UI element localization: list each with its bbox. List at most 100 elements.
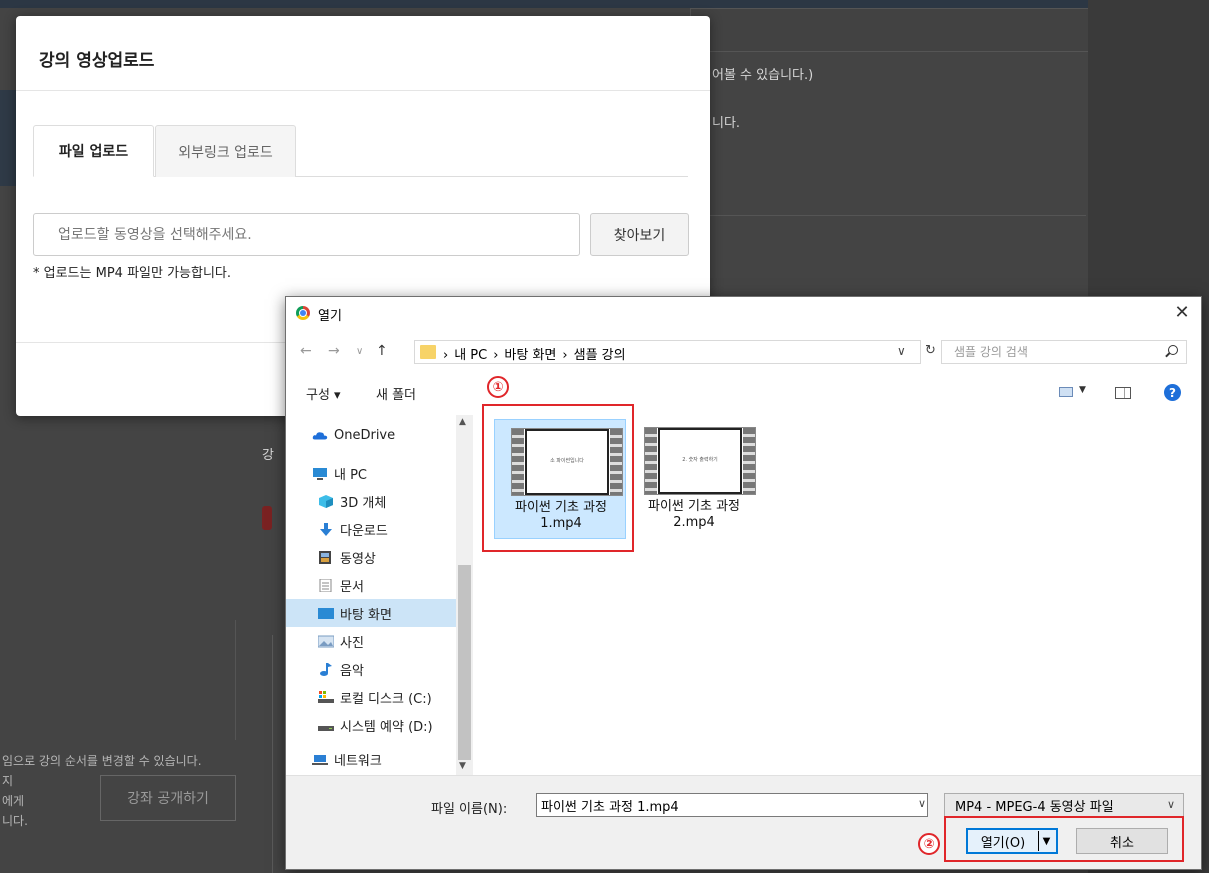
dialog-toolbar: 구성 ▾ 새 폴더 ▼ ? — [286, 377, 1201, 407]
nav-item-label: 동영상 — [340, 551, 376, 567]
nav-item-label: 음악 — [340, 663, 364, 679]
nav-item-3d-objects[interactable]: 3D 개체 — [286, 487, 456, 515]
onedrive-icon — [312, 431, 328, 439]
file-name: 파이썬 기초 과정 2.mp4 — [648, 499, 740, 530]
background-left-panel — [0, 620, 236, 740]
nav-item-label: 3D 개체 — [340, 495, 387, 511]
back-arrow-icon[interactable]: ← — [300, 343, 312, 359]
nav-item-local-disk[interactable]: 로컬 디스크 (C:) — [286, 683, 456, 711]
recent-chevron-icon[interactable]: ∨ — [356, 346, 363, 357]
background-red-icon — [262, 506, 272, 530]
film-strip-left — [645, 428, 657, 494]
background-text: 니다. — [712, 116, 741, 131]
background-text: 임으로 강의 순서를 변경할 수 있습니다. — [2, 754, 202, 768]
address-row: ← → ∨ ↑ › 내 PC › 바탕 화면 › 샘플 강의 ∨ ↻ — [286, 337, 1201, 367]
nav-item-documents[interactable]: 문서 — [286, 571, 456, 599]
upload-note: * 업로드는 MP4 파일만 가능합니다. — [33, 266, 232, 281]
nav-item-label: 내 PC — [334, 467, 368, 483]
3d-objects-icon — [319, 494, 333, 508]
desktop-icon — [318, 607, 334, 619]
drive-icon — [318, 725, 334, 731]
background-text: 어볼 수 있습니다.) — [712, 68, 814, 83]
nav-item-label: OneDrive — [334, 427, 396, 443]
video-icon — [319, 550, 331, 564]
document-icon — [319, 578, 332, 592]
pc-icon — [313, 467, 327, 480]
background-text: 니다. — [2, 814, 28, 828]
nav-item-system-reserved[interactable]: 시스템 예약 (D:) — [286, 711, 456, 739]
scroll-down-icon[interactable]: ▼ — [459, 761, 466, 771]
annotation-box-buttons — [944, 816, 1184, 862]
video-thumbnail: 2. 숫자 출력하기 — [644, 427, 756, 495]
page-header-bar — [0, 0, 1209, 8]
pictures-icon — [318, 635, 334, 647]
preview-pane-icon[interactable] — [1115, 387, 1131, 399]
download-icon — [320, 522, 332, 536]
background-lower-box — [272, 635, 286, 873]
close-icon[interactable]: ✕ — [1171, 301, 1193, 323]
music-icon — [320, 662, 332, 676]
nav-item-network[interactable]: 네트워크 — [286, 745, 456, 773]
nav-item-label: 바탕 화면 — [340, 607, 392, 623]
upload-tabs: 파일 업로드 외부링크 업로드 — [33, 125, 688, 177]
search-input[interactable] — [941, 340, 1187, 364]
organize-button[interactable]: 구성 ▾ — [306, 384, 341, 403]
help-icon[interactable]: ? — [1164, 384, 1181, 401]
search-icon[interactable] — [1168, 345, 1178, 355]
nav-item-label: 시스템 예약 (D:) — [340, 719, 433, 735]
forward-arrow-icon[interactable]: → — [328, 343, 340, 359]
address-dropdown-icon[interactable]: ∨ — [897, 344, 906, 358]
thumbnail-frame: 2. 숫자 출력하기 — [658, 428, 742, 494]
breadcrumb-item[interactable]: 내 PC — [454, 348, 487, 363]
tab-external-link-upload[interactable]: 외부링크 업로드 — [155, 125, 296, 177]
file-path-input[interactable] — [33, 213, 580, 256]
background-input-box — [690, 8, 1090, 52]
nav-item-label: 네트워크 — [334, 753, 382, 769]
nav-item-pictures[interactable]: 사진 — [286, 627, 456, 655]
filetype-select[interactable]: MP4 - MPEG-4 동영상 파일 ∨ — [944, 793, 1184, 817]
dialog-titlebar: 열기 ✕ — [286, 297, 1201, 329]
browse-button[interactable]: 찾아보기 — [590, 213, 689, 256]
background-sidebar — [0, 90, 16, 186]
view-chevron-icon[interactable]: ▼ — [1079, 385, 1086, 395]
chrome-icon — [296, 306, 310, 320]
refresh-icon[interactable]: ↻ — [925, 343, 936, 358]
nav-item-downloads[interactable]: 다운로드 — [286, 515, 456, 543]
filename-dropdown-icon[interactable]: ∨ — [918, 797, 926, 810]
tab-file-upload[interactable]: 파일 업로드 — [33, 125, 154, 177]
file-item[interactable]: 2. 숫자 출력하기 파이썬 기초 과정 2.mp4 — [628, 419, 760, 539]
breadcrumb: › 내 PC › 바탕 화면 › 샘플 강의 — [443, 348, 626, 363]
address-bar[interactable]: › 내 PC › 바탕 화면 › 샘플 강의 ∨ — [414, 340, 921, 364]
network-icon — [312, 754, 328, 765]
background-text: 지 — [2, 774, 14, 788]
breadcrumb-item[interactable]: 샘플 강의 — [574, 348, 626, 363]
dialog-title: 열기 — [318, 309, 342, 324]
nav-pane-scrollbar[interactable]: ▲ ▼ — [456, 415, 473, 775]
filename-label: 파일 이름(N): — [431, 802, 508, 817]
scroll-up-icon[interactable]: ▲ — [459, 417, 466, 427]
nav-item-label: 사진 — [340, 635, 364, 651]
nav-item-label: 다운로드 — [340, 523, 388, 539]
annotation-box-file — [482, 404, 634, 552]
publish-course-button[interactable]: 강좌 공개하기 — [100, 775, 236, 821]
nav-item-onedrive[interactable]: OneDrive — [286, 421, 456, 449]
view-options-icon[interactable] — [1059, 387, 1073, 397]
scroll-thumb[interactable] — [458, 565, 471, 760]
new-folder-button[interactable]: 새 폴더 — [376, 384, 416, 403]
local-disk-icon — [318, 690, 334, 703]
chevron-down-icon: ∨ — [1166, 798, 1175, 811]
nav-item-desktop[interactable]: 바탕 화면 — [286, 599, 456, 627]
up-arrow-icon[interactable]: ↑ — [376, 343, 388, 359]
annotation-step-1: ① — [487, 376, 509, 398]
nav-item-music[interactable]: 음악 — [286, 655, 456, 683]
modal-divider — [16, 90, 710, 91]
nav-item-label: 문서 — [340, 579, 364, 595]
breadcrumb-item[interactable]: 바탕 화면 — [504, 348, 556, 363]
film-strip-right — [743, 428, 755, 494]
filename-input[interactable] — [536, 793, 928, 817]
annotation-step-2: ② — [918, 833, 940, 855]
navigation-pane: OneDrive 내 PC 3D 개체 다운로드 동영상 문서 바탕 화면 사진… — [286, 415, 456, 775]
nav-item-this-pc[interactable]: 내 PC — [286, 459, 456, 487]
thumbnail-text: 2. 숫자 출력하기 — [682, 457, 718, 463]
nav-item-videos[interactable]: 동영상 — [286, 543, 456, 571]
